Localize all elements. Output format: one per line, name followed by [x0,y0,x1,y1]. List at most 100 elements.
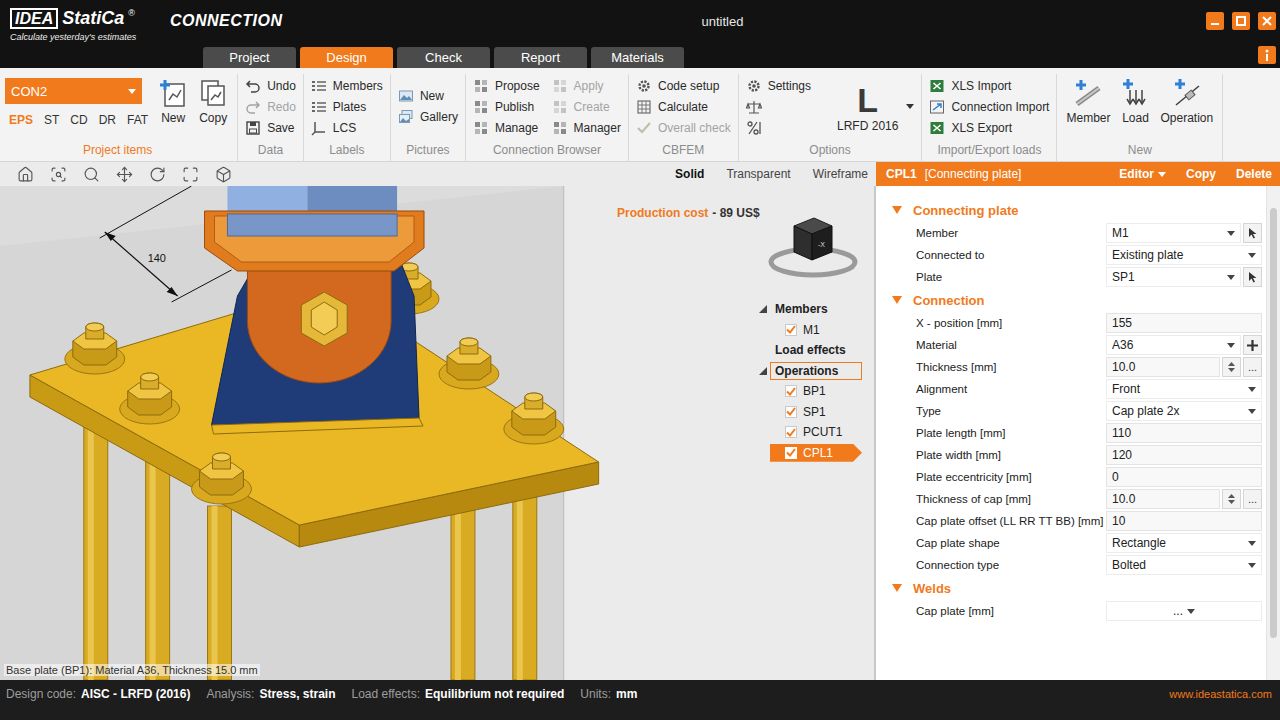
code-option[interactable]: FAT [127,113,148,127]
ribbon-large-button[interactable]: Operation [1158,78,1215,125]
tree-item[interactable]: PCUT1 [756,422,862,443]
ribbon-button[interactable]: Gallery [398,107,458,128]
ribbon-button[interactable]: Publish [473,96,540,117]
pick-button[interactable] [1243,223,1262,243]
code-option[interactable]: ST [44,113,59,127]
ribbon-button[interactable]: XLS Export [929,117,1049,138]
ribbon-button[interactable]: Settings [746,75,811,96]
more-button[interactable]: ... [1243,357,1262,377]
tree-expand-icon[interactable] [759,305,767,313]
zoom-window-icon[interactable] [50,166,67,183]
property-select[interactable]: Bolted [1106,555,1262,575]
tree-item[interactable]: SP1 [756,402,862,423]
main-tab[interactable]: Design [300,47,393,68]
tree-checkbox[interactable] [785,426,797,438]
expand-arrow-icon[interactable] [892,584,902,592]
ribbon-button[interactable]: New [398,86,458,107]
spin-button[interactable] [1222,489,1241,509]
view-mode[interactable]: Solid [675,167,704,181]
property-select[interactable]: A36 [1106,335,1241,355]
navigation-cube[interactable]: -X [768,212,858,282]
ribbon-button[interactable]: Plates [311,96,383,117]
website-link[interactable]: www.ideastatica.com [1169,688,1272,700]
view-cube-icon[interactable] [215,166,232,183]
ribbon-button[interactable]: Save [245,117,296,138]
property-select[interactable]: M1 [1106,223,1241,243]
more-button[interactable]: ... [1243,489,1262,509]
zoom-icon[interactable] [83,166,100,183]
tree-item[interactable]: CPL1 [756,443,862,464]
ribbon-button[interactable]: Code setup [636,75,731,96]
property-input[interactable]: 155 [1106,313,1262,333]
ribbon-large-button[interactable]: Copy [196,78,230,125]
spin-button[interactable] [1222,357,1241,377]
tree-expand-icon[interactable] [759,367,767,375]
section-header[interactable]: Connecting plate [890,198,1262,222]
property-select[interactable]: Front [1106,379,1262,399]
units-button[interactable] [746,96,811,117]
property-input[interactable]: 10.0 [1106,357,1220,377]
section-header[interactable]: Welds [890,576,1262,600]
header-action[interactable]: Editor [1119,167,1166,181]
tree-checkbox[interactable] [785,406,797,418]
ribbon-button[interactable]: Propose [473,75,540,96]
code-option[interactable]: DR [99,113,116,127]
tree-checkbox[interactable] [785,324,797,336]
property-select[interactable]: SP1 [1106,267,1241,287]
ribbon-button[interactable]: LCS [311,117,383,138]
info-button[interactable] [1258,46,1276,64]
scrollbar-thumb[interactable] [1270,208,1277,638]
property-select[interactable]: Cap plate 2x [1106,401,1262,421]
code-option[interactable]: CD [70,113,87,127]
tree-checkbox[interactable] [785,385,797,397]
main-tab[interactable]: Project [203,47,296,68]
header-action[interactable]: Copy [1186,167,1216,181]
expand-arrow-icon[interactable] [892,206,902,214]
rotate-icon[interactable] [149,166,166,183]
tree-item[interactable]: BP1 [756,381,862,402]
property-input[interactable]: 120 [1106,445,1262,465]
view-mode[interactable]: Wireframe [813,167,868,181]
view-mode[interactable]: Transparent [726,167,790,181]
property-input[interactable]: 0 [1106,467,1262,487]
main-tab[interactable]: Check [397,47,490,68]
minimize-button[interactable] [1206,12,1224,30]
percent-button[interactable] [746,117,811,138]
close-button[interactable] [1258,12,1276,30]
maximize-button[interactable] [1232,12,1250,30]
zoom-fit-icon[interactable] [182,166,199,183]
property-select[interactable]: ... [1106,601,1262,621]
ribbon-button[interactable]: XLS Import [929,75,1049,96]
add-material-button[interactable] [1243,335,1262,355]
header-action[interactable]: Delete [1236,167,1272,181]
section-header[interactable]: Connection [890,288,1262,312]
ribbon-button[interactable]: Manage [473,117,540,138]
main-tab[interactable]: Report [494,47,587,68]
home-icon[interactable] [17,166,34,183]
ribbon-button[interactable]: Calculate [636,96,731,117]
tree-group[interactable]: Operations [756,361,862,382]
main-tab[interactable]: Materials [591,47,684,68]
pan-icon[interactable] [116,166,133,183]
ribbon-button[interactable]: Connection Import [929,96,1049,117]
property-select[interactable]: Rectangle [1106,533,1262,553]
property-input[interactable]: 10 [1106,511,1262,531]
tree-item[interactable]: M1 [756,320,862,341]
tree-group[interactable]: Load effects [756,340,862,361]
scrollbar[interactable] [1266,186,1280,680]
property-input[interactable]: 110 [1106,423,1262,443]
tree-checkbox[interactable] [785,447,797,459]
ribbon-button[interactable]: Members [311,75,383,96]
ribbon-button[interactable]: Undo [245,75,296,96]
ribbon-large-button[interactable]: Member [1064,78,1112,125]
design-code-button[interactable]: LLRFD 2016 [823,81,914,133]
ribbon-button[interactable]: Manager [552,117,621,138]
property-select[interactable]: Existing plate [1106,245,1262,265]
connection-dropdown[interactable]: CON2 [5,78,142,104]
property-input[interactable]: 10.0 [1106,489,1220,509]
expand-arrow-icon[interactable] [892,296,902,304]
pick-button[interactable] [1243,267,1262,287]
ribbon-large-button[interactable]: New [156,78,190,125]
tree-group[interactable]: Members [756,299,862,320]
code-option[interactable]: EPS [9,113,33,127]
